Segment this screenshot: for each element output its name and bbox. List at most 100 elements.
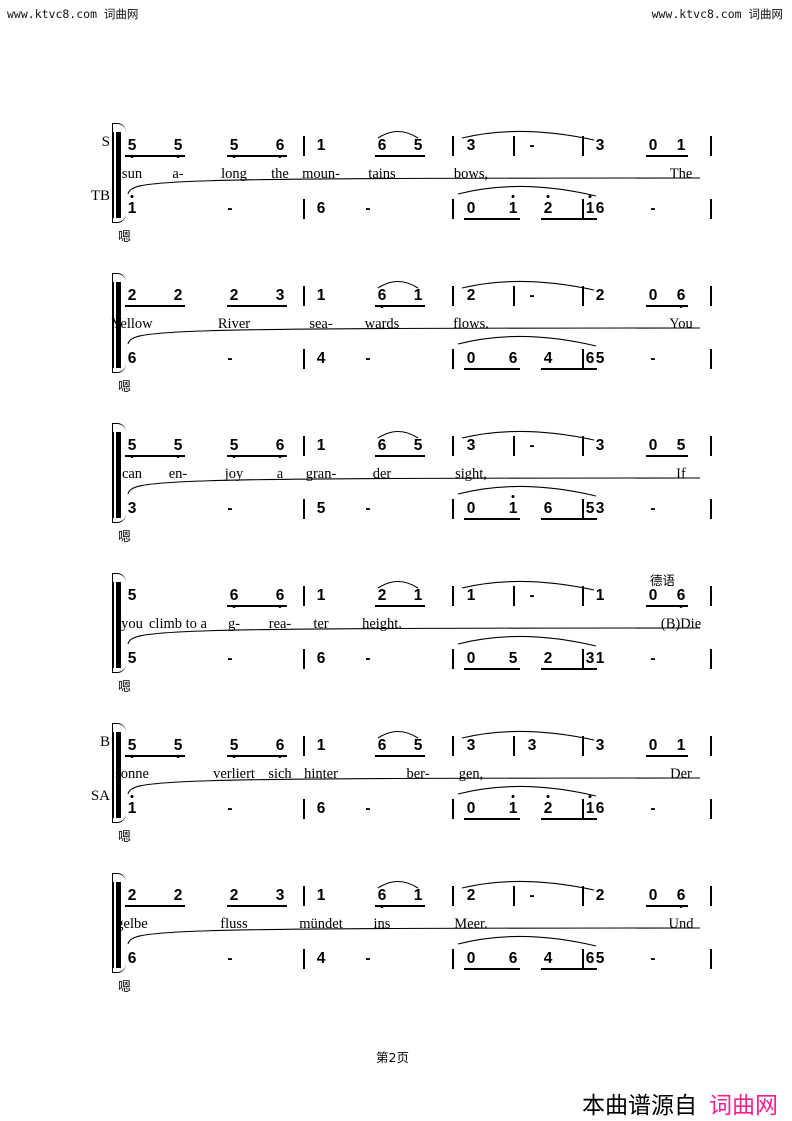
- beam-line: [541, 368, 597, 370]
- note-lower: -: [650, 500, 656, 517]
- beam-line: [646, 305, 688, 307]
- beam-line: [125, 755, 185, 757]
- note-upper: 1: [466, 587, 476, 604]
- note-upper: -: [529, 137, 535, 154]
- barline: [513, 736, 515, 756]
- beam-line: [227, 455, 287, 457]
- music-system: 5 5 5 6 1 6 5 3-3 0 5 can en-joy a gran-der sight, If 3-…: [0, 423, 792, 578]
- note-lower: 1: [124, 801, 140, 817]
- source-prefix-text: 本曲谱源自: [582, 1093, 697, 1119]
- barline: [710, 349, 712, 369]
- lyric-syllable: (B)Die: [660, 616, 702, 632]
- note-lower: -: [650, 800, 656, 817]
- note-lower: -: [650, 350, 656, 367]
- note-upper: 6: [226, 588, 242, 604]
- note-upper: 1: [413, 587, 423, 604]
- lyric-syllable: sight,: [455, 466, 487, 482]
- lyric-syllable: mündet: [299, 916, 343, 932]
- note-upper: 2: [173, 887, 183, 904]
- note-upper: 5: [413, 737, 423, 754]
- barline: [452, 436, 454, 456]
- beam-line: [375, 455, 425, 457]
- beam-line: [464, 668, 520, 670]
- lyric-syllable: climb to a: [149, 616, 207, 632]
- note-lower: 0: [466, 950, 476, 967]
- note-upper: 0: [648, 137, 658, 154]
- barline: [710, 136, 712, 156]
- lyric-syllable: der: [372, 466, 392, 482]
- note-lower: 0: [466, 200, 476, 217]
- note-lower: 2: [540, 201, 556, 217]
- beam-line: [375, 605, 425, 607]
- note-lower: 1: [505, 201, 521, 217]
- barline: [582, 949, 584, 969]
- beam-line: [464, 518, 520, 520]
- note-upper: 0: [648, 437, 658, 454]
- source-site-name[interactable]: 词曲网: [709, 1093, 778, 1119]
- note-lower: -: [650, 950, 656, 967]
- barline: [582, 799, 584, 819]
- note-upper: 2: [377, 587, 387, 604]
- barline: [452, 499, 454, 519]
- lyric-syllable: hinter: [304, 766, 338, 782]
- voice-label-lower: SA: [90, 788, 110, 804]
- note-lower: 0: [466, 350, 476, 367]
- note-lower: 4: [543, 950, 553, 967]
- lyric-syllable: Yellow: [111, 316, 153, 332]
- note-lower: 4: [316, 350, 326, 367]
- barline: [303, 736, 305, 756]
- barline: [303, 436, 305, 456]
- beam-line: [541, 968, 597, 970]
- slur-arc: [457, 935, 597, 947]
- note-lower: 6: [543, 500, 553, 517]
- note-upper: 3: [595, 137, 605, 154]
- hum-syllable: 嗯: [118, 530, 132, 545]
- barline: [452, 136, 454, 156]
- note-upper: -: [529, 587, 535, 604]
- beam-line: [464, 218, 520, 220]
- note-lower: 1: [505, 501, 521, 517]
- note-lower: 6: [595, 200, 605, 217]
- note-lower: 1: [505, 801, 521, 817]
- lyric-syllable: flows.: [453, 316, 489, 332]
- barline: [582, 436, 584, 456]
- note-upper: 2: [229, 887, 239, 904]
- barline: [710, 436, 712, 456]
- slur-arc: [457, 185, 597, 197]
- barline: [303, 886, 305, 906]
- note-upper: 6: [272, 588, 288, 604]
- note-upper: 0: [648, 887, 658, 904]
- note-lower: 5: [595, 350, 605, 367]
- music-system: 德语 5 6 6 1 2 1 1-1 0 6 you climb to a g-rea-ter heigh…: [0, 573, 792, 728]
- note-upper: 5: [226, 438, 242, 454]
- beam-line: [541, 668, 597, 670]
- note-lower: 6: [316, 200, 326, 217]
- note-upper: 5: [413, 437, 423, 454]
- voice-label-lower: TB: [90, 188, 110, 204]
- note-upper: 2: [173, 287, 183, 304]
- beam-line: [125, 905, 185, 907]
- barline: [513, 436, 515, 456]
- lyric-syllable: ter: [313, 616, 329, 632]
- lyric-syllable: You: [669, 316, 693, 332]
- note-upper: 1: [413, 287, 423, 304]
- barline: [452, 649, 454, 669]
- watermark-top-right: www.ktvc8.com 词曲网: [651, 7, 783, 21]
- lyric-syllable: en-: [168, 466, 188, 482]
- note-lower: -: [365, 800, 371, 817]
- voice-label-upper: B: [99, 734, 110, 750]
- beam-line: [227, 305, 287, 307]
- note-lower: 3: [595, 500, 605, 517]
- lyric-syllable: height.: [362, 616, 402, 632]
- barline: [582, 886, 584, 906]
- note-lower: 6: [595, 800, 605, 817]
- barline: [582, 136, 584, 156]
- beam-line: [227, 905, 287, 907]
- note-upper: 1: [676, 137, 686, 154]
- hum-syllable: 嗯: [118, 230, 132, 245]
- barline: [710, 736, 712, 756]
- beam-line: [646, 905, 688, 907]
- note-upper: 5: [226, 138, 242, 154]
- barline: [513, 136, 515, 156]
- note-upper: 5: [170, 438, 186, 454]
